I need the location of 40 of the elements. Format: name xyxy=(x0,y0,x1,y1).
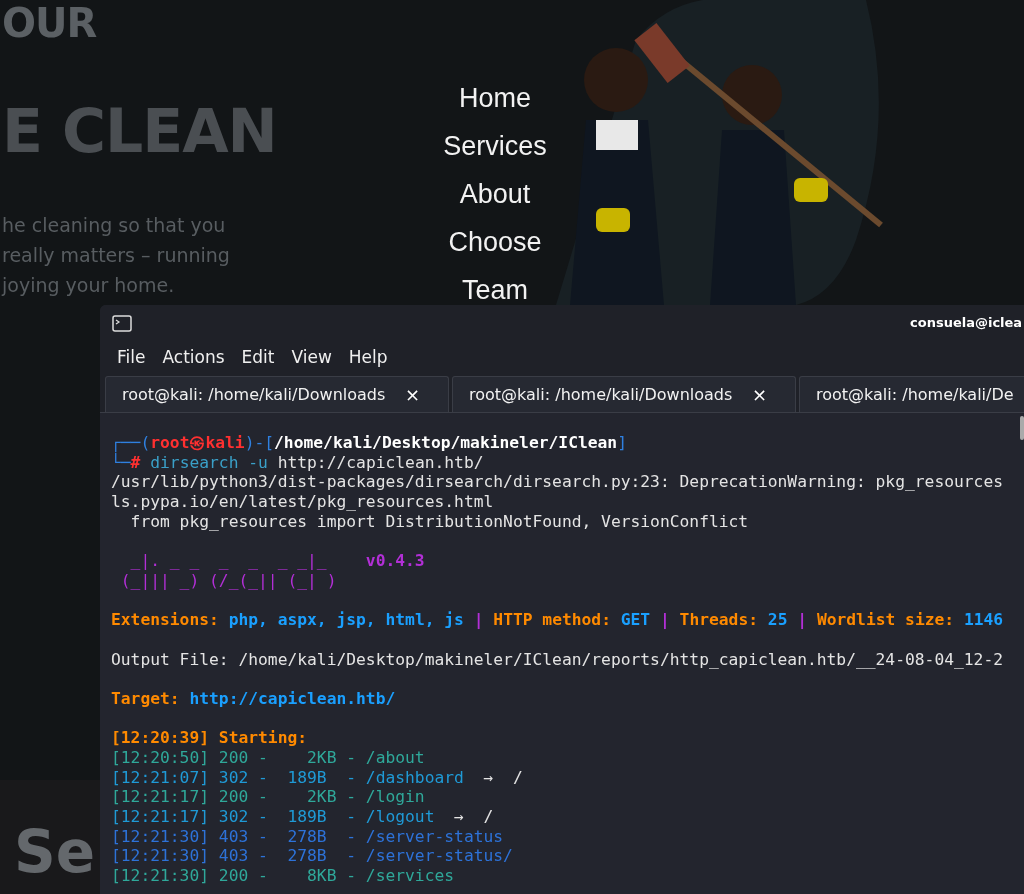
terminal-line: [12:21:30] 403 - 278B - /server-status xyxy=(111,826,505,847)
terminal-line: Extensions: php, aspx, jsp, html, js | HTTP method: GET | Threads: 25 | Wordlist size: 1146 xyxy=(111,610,1005,630)
nav-link[interactable]: Team xyxy=(462,277,528,304)
nav-link[interactable]: Services xyxy=(443,133,547,160)
terminal-icon xyxy=(112,314,132,332)
section-heading: Se xyxy=(14,818,96,886)
nav-link[interactable]: Home xyxy=(459,85,531,112)
terminal-line: [12:20:50] 200 - 2KB - /about xyxy=(111,748,426,768)
menu-item[interactable]: Help xyxy=(341,347,395,367)
terminal-tab[interactable]: root@kali: /home/kali/Downloads × xyxy=(105,376,449,412)
terminal-tab[interactable]: root@kali: /home/kali/Downloads × xyxy=(452,376,796,412)
scrollbar-thumb[interactable] xyxy=(1020,416,1024,440)
window-title: consuela@iclea xyxy=(910,315,1023,330)
hero-paragraph: he cleaning so that you really matters – running joying your home. xyxy=(2,213,230,298)
terminal-line: [12:21:17] 200 - 2KB - /login xyxy=(111,787,426,808)
nav-link[interactable]: About xyxy=(459,181,531,208)
close-tab-button[interactable]: × xyxy=(747,384,771,405)
terminal-line: from pkg_resources import DistributionNotFound, VersionConflict xyxy=(129,511,750,532)
terminal-line: Target: http://capiclean.htb/ xyxy=(111,688,397,709)
terminal-line: (_||| _) (/_(_|| (_| ) xyxy=(119,570,338,591)
hero-heading: OUR xyxy=(2,0,97,46)
terminal-line: _|. _ _ _ _ _ _|_ v0.4.3 xyxy=(129,551,426,571)
terminal-line: Output File: /home/kali/Desktop/makineler/IClean/reports/http_capiclean.htb/__24-08-04_12-2 xyxy=(111,649,1004,670)
terminal-line: ┌──(root㉿kali)-[/home/kali/Desktop/makineler/IClean] xyxy=(111,433,628,452)
menu-item[interactable]: Edit xyxy=(234,347,282,367)
nav-link[interactable]: Choose xyxy=(448,229,542,256)
terminal-line: └─# dirsearch -u http://capiclean.htb/ xyxy=(111,452,485,473)
terminal-line: [12:20:39] Starting: xyxy=(111,728,309,748)
menu-item[interactable]: View xyxy=(284,347,339,367)
menu-item[interactable]: File xyxy=(110,347,153,367)
terminal-line: /usr/lib/python3/dist-packages/dirsearch/dirsearch.py:23: DeprecationWarning: pkg_resources xyxy=(111,472,1004,493)
hero-title: E CLEAN xyxy=(2,96,277,166)
close-tab-button[interactable]: × xyxy=(400,384,424,405)
terminal-line: [12:21:07] 302 - 189B - /dashboard → / xyxy=(111,767,524,788)
terminal-line: [12:21:30] 403 - 278B - /server-status/ xyxy=(111,846,514,867)
terminal-tab[interactable]: root@kali: /home/kali/De xyxy=(799,376,1024,412)
terminal-line: [12:21:17] 302 - 189B - /logout → / xyxy=(111,807,495,827)
menu-item[interactable]: Actions xyxy=(155,347,232,367)
terminal-line: ls.pypa.io/en/latest/pkg_resources.html xyxy=(111,492,495,512)
terminal-line: [12:21:30] 200 - 8KB - /services xyxy=(111,866,456,886)
